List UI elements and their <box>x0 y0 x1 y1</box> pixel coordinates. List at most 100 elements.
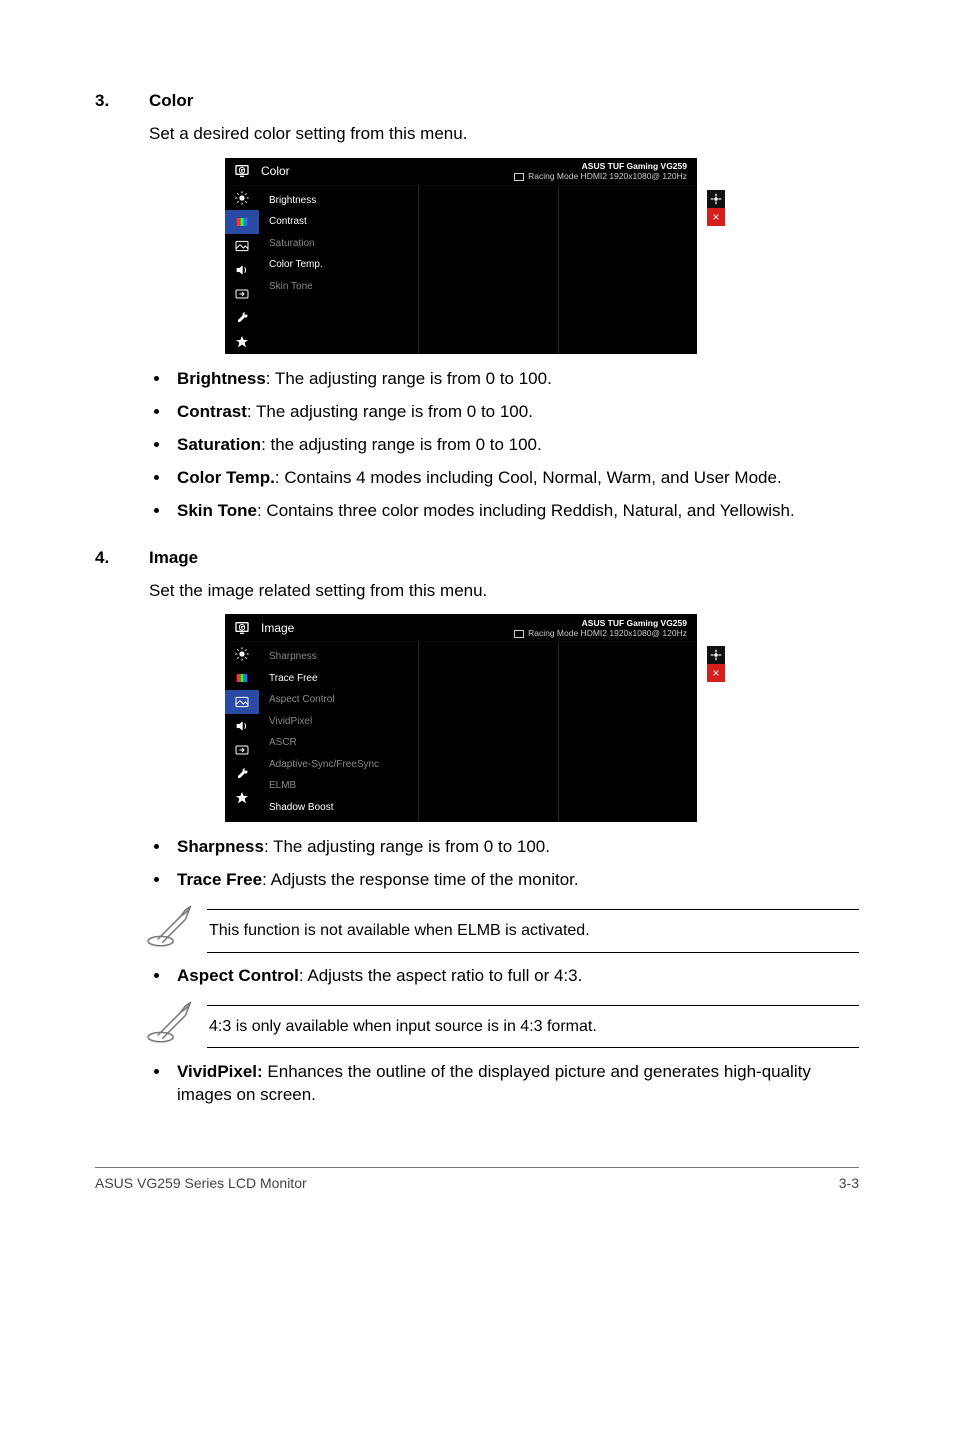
menu-item: Sharpness <box>259 646 418 668</box>
section-description: Set a desired color setting from this me… <box>149 123 859 146</box>
osd-panel: GG Color ASUS TUF Gaming VG259 Racing Mo… <box>225 158 697 354</box>
osd-titlebar: GG Color ASUS TUF Gaming VG259 Racing Mo… <box>225 158 697 186</box>
list-item: Aspect Control: Adjusts the aspect ratio… <box>171 965 859 988</box>
term: VividPixel: <box>177 1062 263 1081</box>
term: Color Temp. <box>177 468 275 487</box>
note-text: This function is not available when ELMB… <box>207 909 859 953</box>
list-item: Contrast: The adjusting range is from 0 … <box>171 401 859 424</box>
input-icon[interactable] <box>225 282 259 306</box>
monitor-icon <box>514 173 524 181</box>
image-icon[interactable] <box>225 234 259 258</box>
osd-icon-rail <box>225 642 259 822</box>
section-title: Image <box>149 547 859 570</box>
term: Brightness <box>177 369 266 388</box>
footer-left: ASUS VG259 Series LCD Monitor <box>95 1174 307 1193</box>
osd-col <box>559 642 698 822</box>
close-icon[interactable]: × <box>707 664 725 682</box>
system-icon[interactable] <box>225 762 259 786</box>
menu-item[interactable]: Brightness <box>259 190 418 212</box>
navigate-icon[interactable] <box>707 646 725 664</box>
close-icon[interactable]: × <box>707 208 725 226</box>
page-footer: ASUS VG259 Series LCD Monitor 3-3 <box>95 1167 859 1193</box>
input-icon[interactable] <box>225 738 259 762</box>
term: Sharpness <box>177 837 264 856</box>
osd-menu-list: Sharpness Trace Free Aspect Control Vivi… <box>259 642 419 822</box>
term: Skin Tone <box>177 501 257 520</box>
color-icon[interactable] <box>225 210 259 234</box>
term-desc: : Contains 4 modes including Cool, Norma… <box>275 468 782 487</box>
section-color: 3. Color Set a desired color setting fro… <box>95 90 859 523</box>
osd-status-model: ASUS TUF Gaming VG259 <box>514 618 687 628</box>
menu-item: ELMB <box>259 775 418 797</box>
system-icon[interactable] <box>225 306 259 330</box>
list-item: Skin Tone: Contains three color modes in… <box>171 500 859 523</box>
osd-body: Brightness Contrast Saturation Color Tem… <box>225 186 697 354</box>
term-desc: Enhances the outline of the displayed pi… <box>177 1062 811 1104</box>
menu-item: VividPixel <box>259 711 418 733</box>
osd-col <box>419 642 559 822</box>
menu-item: Aspect Control <box>259 689 418 711</box>
menu-item[interactable]: Trace Free <box>259 668 418 690</box>
term-desc: : The adjusting range is from 0 to 100. <box>247 402 533 421</box>
section-head: 3. Color <box>95 90 859 113</box>
list-item: VividPixel: Enhances the outline of the … <box>171 1061 859 1107</box>
osd-screenshot-color: GG Color ASUS TUF Gaming VG259 Racing Mo… <box>225 158 707 354</box>
term-desc: : The adjusting range is from 0 to 100. <box>264 837 550 856</box>
osd-status: ASUS TUF Gaming VG259 Racing Mode HDMI2 … <box>514 161 687 181</box>
term: Aspect Control <box>177 966 299 985</box>
osd-title: Image <box>259 620 294 636</box>
bullet-list-image-1: Sharpness: The adjusting range is from 0… <box>165 836 859 892</box>
osd-body: Sharpness Trace Free Aspect Control Vivi… <box>225 642 697 822</box>
osd-value-columns <box>419 642 697 822</box>
section-number: 4. <box>95 547 149 570</box>
menu-item: Skin Tone <box>259 276 418 298</box>
myfavorite-icon[interactable] <box>225 786 259 810</box>
footer-page-number: 3-3 <box>839 1174 859 1193</box>
svg-text:G: G <box>240 625 245 631</box>
osd-panel: GG Image ASUS TUF Gaming VG259 Racing Mo… <box>225 614 697 822</box>
color-icon[interactable] <box>225 666 259 690</box>
term-desc: : The adjusting range is from 0 to 100. <box>266 369 552 388</box>
term-desc: : Contains three color modes including R… <box>257 501 795 520</box>
myfavorite-icon[interactable] <box>225 330 259 354</box>
osd-side-buttons: × <box>707 646 725 682</box>
section-head: 4. Image <box>95 547 859 570</box>
term-desc: : Adjusts the aspect ratio to full or 4:… <box>299 966 583 985</box>
osd-col <box>559 186 698 354</box>
svg-text:G: G <box>240 169 245 175</box>
bluelight-icon[interactable] <box>225 186 259 210</box>
note-block: This function is not available when ELMB… <box>145 902 859 959</box>
term: Trace Free <box>177 870 262 889</box>
menu-item: Saturation <box>259 233 418 255</box>
osd-side-buttons: × <box>707 190 725 226</box>
bullet-list-color: Brightness: The adjusting range is from … <box>165 368 859 523</box>
osd-title: Color <box>259 163 290 179</box>
osd-status-model: ASUS TUF Gaming VG259 <box>514 161 687 171</box>
term-desc: : Adjusts the response time of the monit… <box>262 870 579 889</box>
monitor-icon <box>514 630 524 638</box>
list-item: Sharpness: The adjusting range is from 0… <box>171 836 859 859</box>
menu-item[interactable]: Color Temp. <box>259 254 418 276</box>
osd-icon-rail <box>225 186 259 354</box>
osd-titlebar: GG Image ASUS TUF Gaming VG259 Racing Mo… <box>225 614 697 642</box>
sound-icon[interactable] <box>225 258 259 282</box>
list-item: Brightness: The adjusting range is from … <box>171 368 859 391</box>
menu-item[interactable]: Contrast <box>259 211 418 233</box>
term-desc: : the adjusting range is from 0 to 100. <box>261 435 542 454</box>
osd-status-mode: Racing Mode HDMI2 1920x1080@ 120Hz <box>514 628 687 638</box>
section-description: Set the image related setting from this … <box>149 580 859 603</box>
osd-screenshot-image: GG Image ASUS TUF Gaming VG259 Racing Mo… <box>225 614 707 822</box>
image-icon[interactable] <box>225 690 259 714</box>
navigate-icon[interactable] <box>707 190 725 208</box>
bluelight-icon[interactable] <box>225 642 259 666</box>
gamevisual-icon: GG <box>225 614 259 642</box>
osd-menu-list: Brightness Contrast Saturation Color Tem… <box>259 186 419 354</box>
note-text: 4:3 is only available when input source … <box>207 1005 859 1049</box>
list-item: Trace Free: Adjusts the response time of… <box>171 869 859 892</box>
sound-icon[interactable] <box>225 714 259 738</box>
term: Contrast <box>177 402 247 421</box>
menu-item[interactable]: Shadow Boost <box>259 797 418 819</box>
list-item: Color Temp.: Contains 4 modes including … <box>171 467 859 490</box>
section-image: 4. Image Set the image related setting f… <box>95 547 859 1107</box>
pen-icon <box>145 998 207 1055</box>
